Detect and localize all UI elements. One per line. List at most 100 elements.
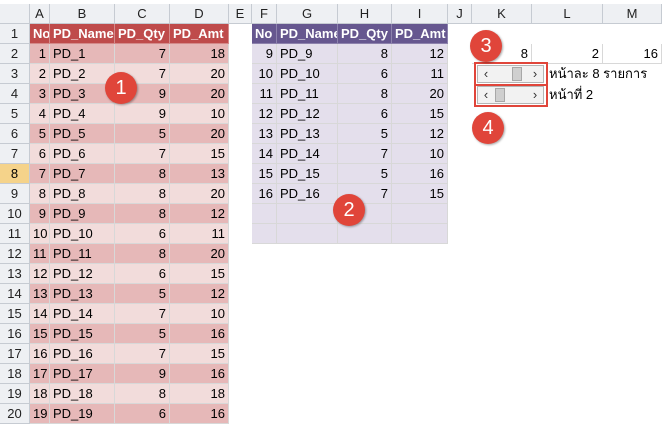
row-header-9[interactable]: 9 (0, 184, 30, 204)
table1-cell[interactable]: 5 (30, 124, 50, 144)
row-header-2[interactable]: 2 (0, 44, 30, 64)
table1-cell[interactable]: 8 (115, 164, 170, 184)
column-header-c[interactable]: C (115, 4, 170, 24)
table2-cell[interactable]: 15 (392, 104, 448, 124)
table1-cell[interactable]: PD_1 (50, 44, 115, 64)
table1-cell[interactable]: 4 (30, 104, 50, 124)
table1-cell[interactable]: PD_6 (50, 144, 115, 164)
column-header-b[interactable]: B (50, 4, 115, 24)
table2-cell[interactable] (252, 204, 277, 224)
table1-cell[interactable]: 18 (170, 384, 229, 404)
table1-cell[interactable]: 16 (170, 404, 229, 424)
table1-cell[interactable]: 8 (115, 384, 170, 404)
table1-cell[interactable]: 20 (170, 84, 229, 104)
table1-cell[interactable]: 6 (115, 264, 170, 284)
table2-cell[interactable]: PD_9 (277, 44, 338, 64)
table2-cell[interactable]: 6 (338, 64, 392, 84)
table1-cell[interactable]: 5 (115, 324, 170, 344)
table1-cell[interactable]: 13 (30, 284, 50, 304)
table1-header-cell[interactable]: No (30, 24, 50, 44)
table1-cell[interactable]: 18 (170, 44, 229, 64)
table1-cell[interactable]: 15 (170, 264, 229, 284)
row-header-11[interactable]: 11 (0, 224, 30, 244)
table1-cell[interactable]: 6 (115, 224, 170, 244)
table1-cell[interactable]: 9 (115, 364, 170, 384)
table1-cell[interactable]: PD_13 (50, 284, 115, 304)
row-header-16[interactable]: 16 (0, 324, 30, 344)
table1-cell[interactable]: PD_19 (50, 404, 115, 424)
row-header-6[interactable]: 6 (0, 124, 30, 144)
row-header-1[interactable]: 1 (0, 24, 30, 44)
table2-cell[interactable] (392, 224, 448, 244)
table2-header-cell[interactable]: PD_Name (277, 24, 338, 44)
column-header-i[interactable]: I (392, 4, 448, 24)
row-header-17[interactable]: 17 (0, 344, 30, 364)
column-header-f[interactable]: F (252, 4, 277, 24)
table1-cell[interactable]: 20 (170, 124, 229, 144)
table1-cell[interactable]: 10 (30, 224, 50, 244)
row-header-14[interactable]: 14 (0, 284, 30, 304)
column-header-l[interactable]: L (532, 4, 603, 24)
end-row-value-cell[interactable]: 16 (603, 44, 662, 64)
table1-cell[interactable]: 7 (115, 344, 170, 364)
table1-cell[interactable]: 9 (115, 104, 170, 124)
table1-cell[interactable]: 12 (30, 264, 50, 284)
table2-cell[interactable]: 10 (252, 64, 277, 84)
table1-cell[interactable]: 12 (170, 284, 229, 304)
table2-cell[interactable]: 20 (392, 84, 448, 104)
table1-cell[interactable]: 20 (170, 64, 229, 84)
table2-cell[interactable]: 16 (392, 164, 448, 184)
table1-cell[interactable]: 16 (170, 324, 229, 344)
table2-cell[interactable]: 12 (392, 124, 448, 144)
table2-cell[interactable]: PD_10 (277, 64, 338, 84)
table1-cell[interactable]: 14 (30, 304, 50, 324)
column-header-h[interactable]: H (338, 4, 392, 24)
table1-cell[interactable]: 8 (115, 184, 170, 204)
table1-cell[interactable]: 15 (30, 324, 50, 344)
table1-cell[interactable]: PD_15 (50, 324, 115, 344)
table1-cell[interactable]: PD_18 (50, 384, 115, 404)
row-header-20[interactable]: 20 (0, 404, 30, 424)
column-header-e[interactable]: E (229, 4, 252, 24)
table2-cell[interactable]: PD_16 (277, 184, 338, 204)
table2-cell[interactable]: 15 (252, 164, 277, 184)
table1-cell[interactable]: 8 (115, 244, 170, 264)
table2-cell[interactable]: 8 (338, 84, 392, 104)
row-header-4[interactable]: 4 (0, 84, 30, 104)
table1-cell[interactable]: 15 (170, 344, 229, 364)
table2-cell[interactable] (252, 224, 277, 244)
table2-cell[interactable]: 16 (252, 184, 277, 204)
row-header-3[interactable]: 3 (0, 64, 30, 84)
table1-cell[interactable]: PD_7 (50, 164, 115, 184)
table1-cell[interactable]: 20 (170, 184, 229, 204)
table1-cell[interactable]: 7 (115, 144, 170, 164)
row-header-19[interactable]: 19 (0, 384, 30, 404)
table1-cell[interactable]: 7 (115, 304, 170, 324)
table2-cell[interactable]: 9 (252, 44, 277, 64)
table1-cell[interactable]: 8 (115, 204, 170, 224)
table1-cell[interactable]: 18 (30, 384, 50, 404)
column-header-g[interactable]: G (277, 4, 338, 24)
row-header-18[interactable]: 18 (0, 364, 30, 384)
table1-cell[interactable]: 12 (170, 204, 229, 224)
table1-cell[interactable]: 5 (115, 124, 170, 144)
table2-cell[interactable]: 12 (252, 104, 277, 124)
table1-cell[interactable]: 11 (170, 224, 229, 244)
table2-cell[interactable]: 14 (252, 144, 277, 164)
table1-cell[interactable]: 11 (30, 244, 50, 264)
row-header-15[interactable]: 15 (0, 304, 30, 324)
table1-cell[interactable]: 9 (30, 204, 50, 224)
table2-cell[interactable]: 13 (252, 124, 277, 144)
table1-cell[interactable]: 6 (115, 404, 170, 424)
table1-cell[interactable]: 8 (30, 184, 50, 204)
table1-cell[interactable]: 3 (30, 84, 50, 104)
row-header-8[interactable]: 8 (0, 164, 30, 184)
table1-cell[interactable]: PD_17 (50, 364, 115, 384)
table1-cell[interactable]: 5 (115, 284, 170, 304)
table1-cell[interactable]: PD_16 (50, 344, 115, 364)
row-header-12[interactable]: 12 (0, 244, 30, 264)
table2-cell[interactable]: 5 (338, 164, 392, 184)
table2-cell[interactable]: 11 (392, 64, 448, 84)
table1-cell[interactable]: PD_14 (50, 304, 115, 324)
table1-cell[interactable]: 16 (30, 344, 50, 364)
